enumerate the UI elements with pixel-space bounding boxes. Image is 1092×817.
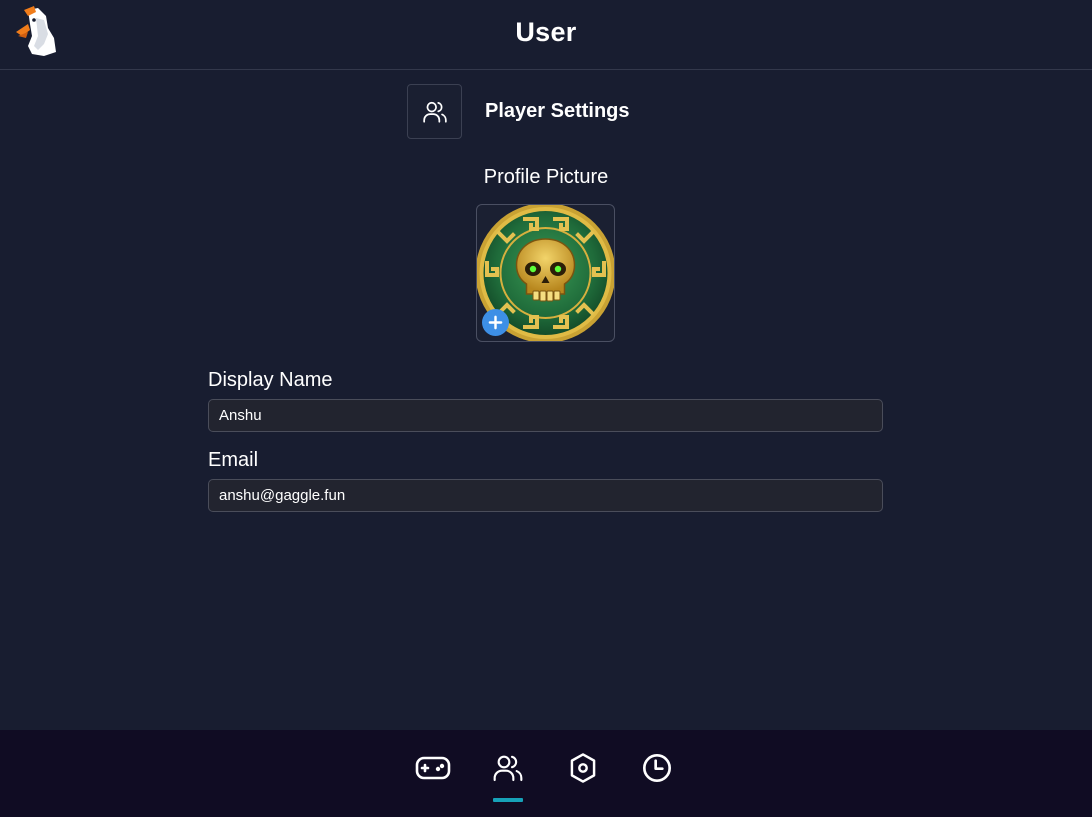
display-name-label: Display Name: [208, 369, 333, 391]
nav-item-history[interactable]: [632, 746, 682, 790]
header: User: [0, 0, 1092, 70]
plus-icon: [488, 315, 503, 330]
player-settings-icon-box: [407, 84, 462, 139]
settings-hex-icon: [570, 753, 596, 783]
users-icon: [493, 755, 523, 782]
bottom-nav: [0, 730, 1092, 817]
email-label: Email: [208, 449, 259, 471]
active-tab-indicator: [493, 798, 523, 802]
app-root: User Player Settings Profile Picture Dis…: [0, 0, 1092, 817]
nav-item-settings[interactable]: [558, 746, 608, 790]
section-title: Player Settings: [485, 100, 630, 122]
nav-item-users[interactable]: [483, 746, 533, 790]
profile-picture-label: Profile Picture: [483, 166, 609, 188]
clock-icon: [643, 754, 671, 782]
users-icon: [422, 101, 447, 123]
display-name-input[interactable]: [208, 399, 883, 432]
add-avatar-button[interactable]: [482, 309, 509, 336]
page-title: User: [515, 17, 577, 47]
nav-item-games[interactable]: [408, 746, 458, 790]
email-input[interactable]: [208, 479, 883, 512]
gamepad-icon: [415, 756, 451, 780]
